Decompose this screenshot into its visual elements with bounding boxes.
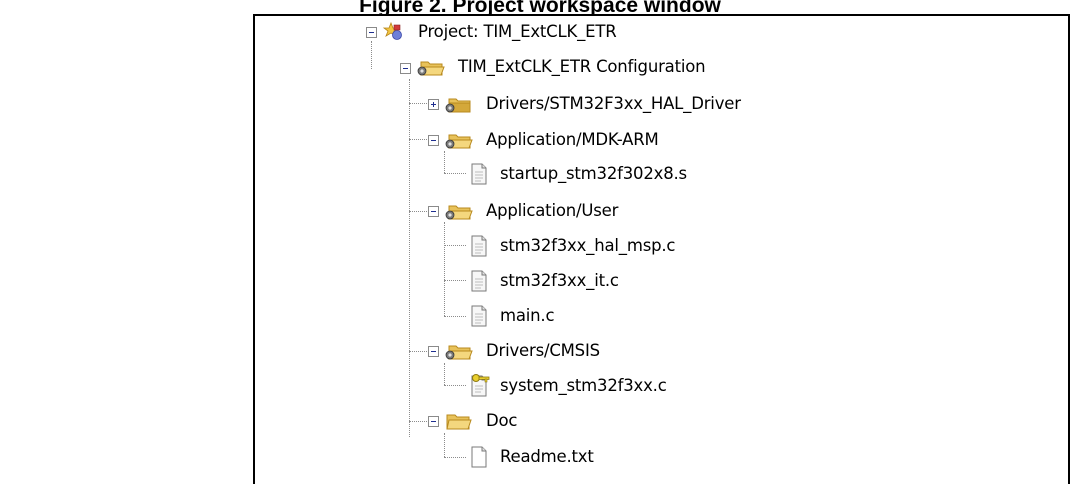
tree-item-configuration[interactable]: TIM_ExtCLK_ETR Configuration — [394, 51, 754, 85]
tree-group-hal-driver[interactable]: Drivers/STM32F3xx_HAL_Driver — [422, 88, 802, 122]
tree-group-doc[interactable]: Doc — [422, 405, 802, 439]
tree-item-label: Application/MDK-ARM — [486, 130, 659, 149]
file-icon — [471, 163, 487, 185]
folder-open-icon — [445, 205, 473, 220]
tree-item-label: TIM_ExtCLK_ETR Configuration — [458, 57, 706, 76]
tree-file-startup[interactable]: startup_stm32f302x8.s — [466, 158, 786, 192]
project-icon — [382, 21, 402, 40]
tree-file-hal-msp[interactable]: stm32f3xx_hal_msp.c — [466, 230, 786, 264]
file-icon — [471, 446, 487, 468]
tree-connector — [409, 79, 410, 437]
tree-file-it[interactable]: stm32f3xx_it.c — [466, 265, 786, 299]
collapse-toggle[interactable] — [400, 63, 411, 74]
tree-item-label: stm32f3xx_hal_msp.c — [500, 236, 676, 255]
tree-item-label: Readme.txt — [500, 447, 594, 466]
folder-open-plain-icon — [446, 414, 472, 430]
tree-file-main[interactable]: main.c — [466, 300, 786, 334]
tree-connector — [444, 173, 466, 174]
folder-closed-icon — [445, 98, 471, 113]
tree-item-label: Drivers/STM32F3xx_HAL_Driver — [486, 94, 741, 113]
tree-connector — [444, 222, 445, 316]
tree-connector — [444, 316, 466, 317]
tree-item-label: Application/User — [486, 201, 619, 220]
tree-connector — [444, 245, 466, 246]
tree-item-label: system_stm32f3xx.c — [500, 376, 667, 395]
file-icon — [471, 305, 487, 327]
tree-item-label: main.c — [500, 306, 555, 325]
folder-open-icon — [417, 61, 445, 76]
tree-item-label: stm32f3xx_it.c — [500, 271, 619, 290]
collapse-toggle[interactable] — [428, 346, 439, 357]
tree-item-project[interactable]: Project: TIM_ExtCLK_ETR — [360, 16, 680, 50]
tree-group-cmsis[interactable]: Drivers/CMSIS — [422, 335, 802, 369]
tree-item-label: Project: TIM_ExtCLK_ETR — [418, 22, 617, 41]
file-icon — [471, 235, 487, 257]
expand-toggle[interactable] — [428, 99, 439, 110]
file-key-icon — [471, 374, 490, 397]
tree-group-mdk-arm[interactable]: Application/MDK-ARM — [422, 124, 802, 158]
collapse-toggle[interactable] — [428, 416, 439, 427]
collapse-toggle[interactable] — [428, 135, 439, 146]
tree-item-label: Drivers/CMSIS — [486, 341, 600, 360]
tree-connector — [444, 385, 466, 386]
tree-connector — [444, 457, 466, 458]
collapse-toggle[interactable] — [366, 27, 377, 38]
folder-open-icon — [445, 345, 473, 360]
tree-file-system[interactable]: system_stm32f3xx.c — [466, 370, 786, 404]
folder-open-icon — [445, 134, 473, 149]
tree-group-application-user[interactable]: Application/User — [422, 195, 802, 229]
tree-item-label: Doc — [486, 411, 518, 430]
tree-item-label: startup_stm32f302x8.s — [500, 164, 687, 183]
collapse-toggle[interactable] — [428, 206, 439, 217]
file-icon — [471, 270, 487, 292]
tree-connector — [444, 280, 466, 281]
project-tree: Project: TIM_ExtCLK_ETR TIM_ExtCLK_ETR C… — [0, 0, 1080, 470]
